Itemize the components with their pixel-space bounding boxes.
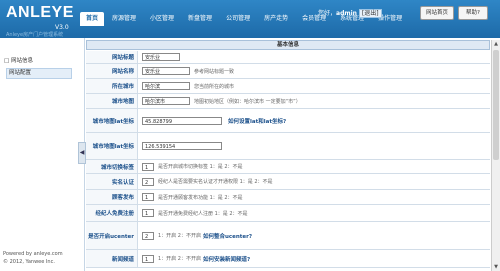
ucenter-input[interactable]: 2 (142, 231, 154, 240)
help-button[interactable]: 帮助? (458, 6, 488, 20)
system-subtitle: Anleye房产门户管理系统 (6, 32, 64, 38)
field-hint: 地图初始地区（例如：哈尔滨市 一定要加“市”） (194, 98, 301, 105)
field-label: 顾客发布 (86, 190, 138, 204)
row-site-name: 网站名称 安乐业 参考网站标题一致 (86, 64, 490, 79)
field-label: 城市地图 (86, 94, 138, 108)
field-label: 城市切换标签 (86, 160, 138, 173)
logo: ANLEYE (6, 4, 74, 21)
nav-home[interactable]: 首页 (80, 12, 105, 26)
map-lat-input[interactable]: 45.828799 (142, 116, 222, 125)
row-city: 所在城市 哈尔滨 您当前所在的城市 (86, 79, 490, 94)
site-home-button[interactable]: 网站首页 (420, 6, 454, 20)
field-hint: 您当前所在的城市 (194, 83, 235, 90)
row-map-lng: 城市地图lat坐标 126.539154 (86, 133, 490, 160)
user-info: 您好，admin [退出] (318, 8, 382, 18)
realname-input[interactable]: 2 (142, 177, 154, 186)
row-customer-post: 顾客发布 1 是否开通顾客发布功能 1：是 2：不是 (86, 190, 490, 205)
map-lng-input[interactable]: 126.539154 (142, 142, 222, 150)
field-label: 城市地图lat坐标 (86, 109, 138, 132)
customer-post-input[interactable]: 1 (142, 193, 154, 201)
scroll-down-icon[interactable]: ▼ (492, 263, 500, 271)
sidebar-item-label: 网站配置 (9, 70, 32, 76)
city-switch-input[interactable]: 1 (142, 162, 154, 171)
field-label: 网站标题 (86, 51, 138, 63)
row-news-channel: 新闻频道 1 1：开启 2：不开启 如何安装新闻频道? (86, 250, 490, 268)
panel-title: 基本信息 (86, 40, 490, 50)
sidebar: □ 网站信息 网站配置 Powered by anleye.com © 2012… (0, 38, 78, 271)
ucenter-help-link[interactable]: 如何整合ucenter? (203, 232, 252, 240)
row-ucenter: 是否开启ucenter 2 1：开启 2：不开启 如何整合ucenter? (86, 222, 490, 250)
field-hint: 1：开启 2：不开启 (158, 233, 201, 239)
field-hint: 是否开通顾客发布功能 1：是 2：不是 (158, 194, 243, 201)
version-label: V3.0 (55, 24, 69, 31)
greeting: 您好， (318, 10, 337, 17)
row-map-lat: 城市地图lat坐标 45.828799 如何设置lat和lat坐标? (86, 109, 490, 133)
powered-by: Powered by anleye.com (3, 251, 63, 257)
scroll-up-icon[interactable]: ▲ (492, 40, 500, 48)
field-label: 实名认证 (86, 174, 138, 189)
collapse-sidebar-icon[interactable]: ◀ (78, 142, 86, 164)
site-name-input[interactable]: 安乐业 (142, 67, 190, 75)
field-hint: 是否开通免费经纪人注册 1：是 2：不是 (158, 210, 248, 217)
field-label: 是否开启ucenter (86, 222, 138, 249)
scrollbar-thumb[interactable] (493, 50, 499, 160)
username: admin (336, 10, 357, 17)
city-input[interactable]: 哈尔滨 (142, 82, 190, 90)
nav-new-homes[interactable]: 新盘管理 (182, 12, 218, 26)
field-hint: 1：开启 2：不开启 (158, 256, 201, 262)
city-map-input[interactable]: 哈尔滨市 (142, 97, 190, 105)
nav-listings[interactable]: 房源管理 (106, 12, 142, 26)
field-label: 城市地图lat坐标 (86, 133, 138, 159)
site-title-input[interactable]: 安乐业 (142, 53, 180, 61)
row-site-title: 网站标题 安乐业 (86, 51, 490, 64)
row-realname: 实名认证 2 经纪人是否需要实名认证才开通权限 1：是 2：不是 (86, 174, 490, 190)
row-city-map: 城市地图 哈尔滨市 地图初始地区（例如：哈尔滨市 一定要加“市”） (86, 94, 490, 109)
vertical-scrollbar[interactable]: ▲ ▼ (491, 40, 500, 271)
field-hint: 是否开启城市切换标签 1：是 2：不是 (158, 164, 243, 170)
top-bar: ANLEYE V3.0 Anleye房产门户管理系统 首页 房源管理 小区管理 … (0, 0, 500, 38)
news-channel-input[interactable]: 1 (142, 254, 154, 263)
field-label: 所在城市 (86, 79, 138, 93)
sidebar-item-site-config[interactable]: 网站配置 (6, 68, 72, 79)
field-label: 网站名称 (86, 64, 138, 78)
sidebar-section-site-info[interactable]: □ 网站信息 (4, 56, 33, 64)
sidebar-section-label: 网站信息 (10, 58, 33, 64)
nav-companies[interactable]: 公司管理 (220, 12, 256, 26)
lat-help-link[interactable]: 如何设置lat和lat坐标? (228, 117, 286, 125)
row-city-switch: 城市切换标签 1 是否开启城市切换标签 1：是 2：不是 (86, 160, 490, 174)
row-agent-register: 经纪人免费注册 1 是否开通免费经纪人注册 1：是 2：不是 (86, 205, 490, 222)
agent-register-input[interactable]: 1 (142, 209, 154, 217)
field-hint: 参考网站标题一致 (194, 68, 235, 75)
field-hint: 经纪人是否需要实名认证才开通权限 1：是 2：不是 (158, 179, 273, 185)
main-panel: 基本信息 网站标题 安乐业 网站名称 安乐业 参考网站标题一致 所在城市 哈尔滨您… (86, 40, 490, 271)
news-help-link[interactable]: 如何安装新闻频道? (203, 255, 250, 263)
copyright: © 2012, Yanwee Inc. (3, 259, 55, 265)
field-label: 新闻频道 (86, 250, 138, 267)
nav-trends[interactable]: 房产走势 (258, 12, 294, 26)
logout-link[interactable]: [退出] (358, 9, 382, 18)
nav-communities[interactable]: 小区管理 (144, 12, 180, 26)
field-label: 经纪人免费注册 (86, 205, 138, 221)
